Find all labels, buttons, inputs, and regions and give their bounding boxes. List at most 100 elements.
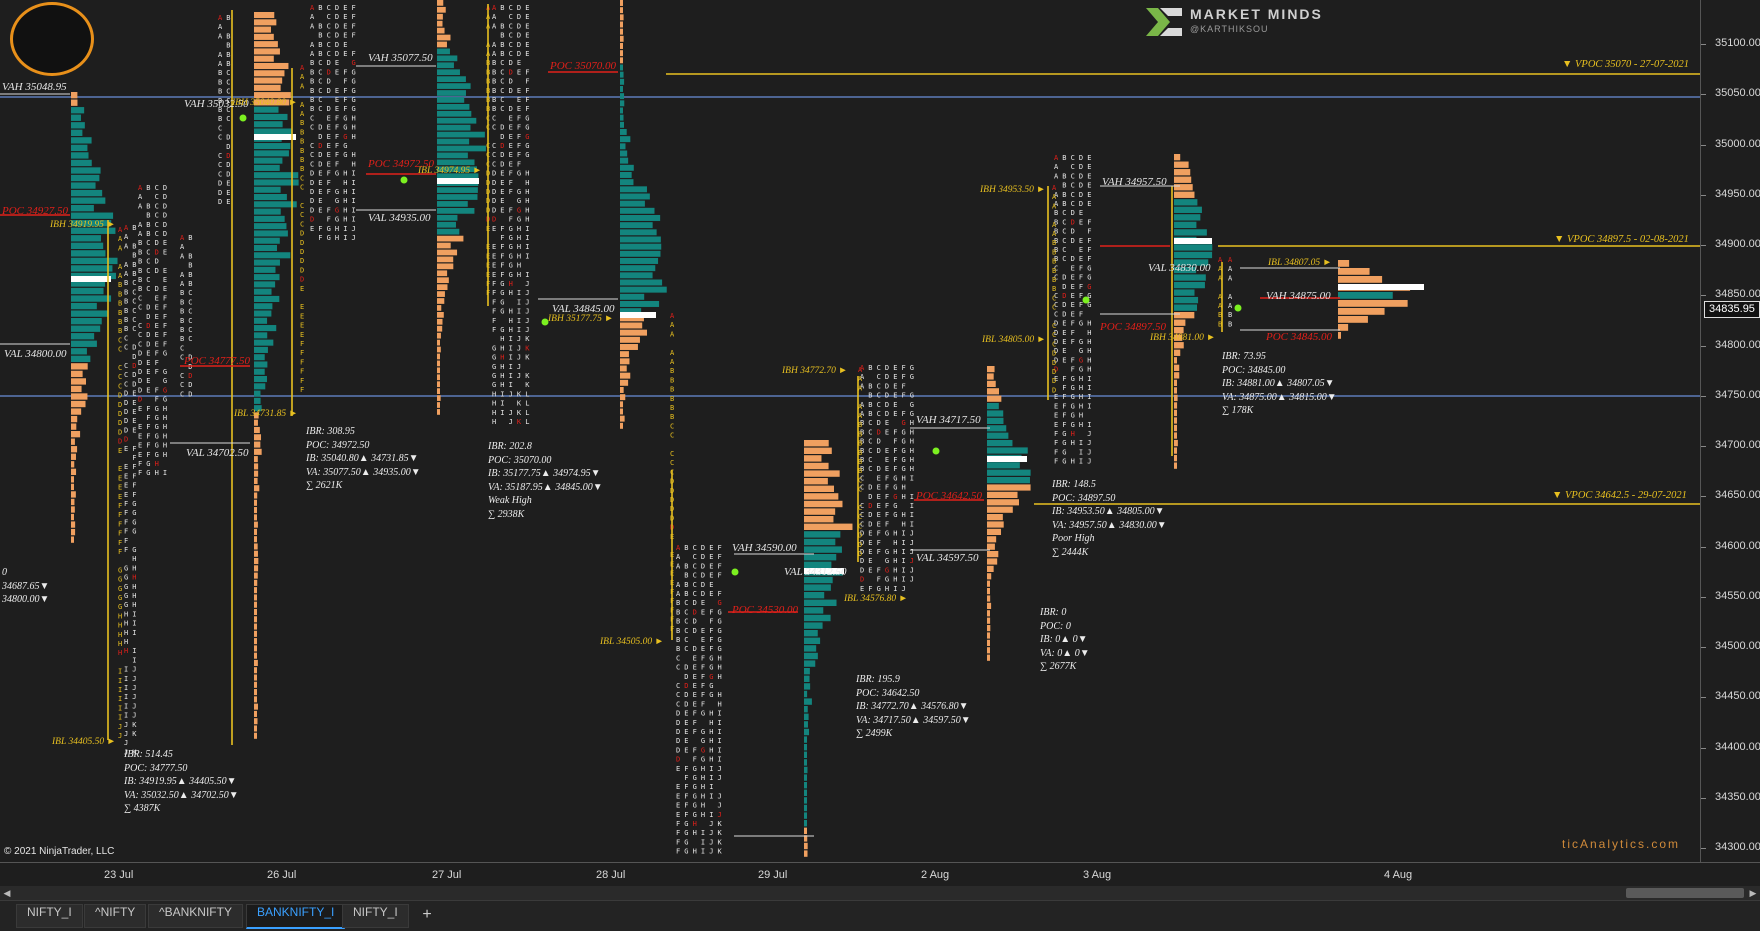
tpo-letter: D: [163, 184, 167, 192]
tpo-letter: D: [1052, 350, 1056, 358]
tpo-letter: I: [718, 719, 722, 727]
tpo-letter: F: [885, 474, 889, 482]
tpo-letter: F: [500, 252, 504, 260]
volume-profile-23jul: [71, 250, 106, 257]
level-annotation: IBH 34919.95 ►: [50, 220, 116, 230]
tpo-letter: A: [670, 312, 675, 320]
time-tick-label: 26 Jul: [267, 869, 297, 881]
tpo-letter: D: [1052, 386, 1056, 394]
tpo-letter: F: [684, 774, 688, 782]
tpo-letter: K: [718, 820, 723, 828]
volume-profile-28jul-a: [620, 229, 657, 236]
session-stat-line: VA: 35187.95▲ 34845.00▼: [488, 481, 603, 493]
volume-profile-28jul-a: [620, 43, 623, 49]
volume-profile-28jul-b: [804, 789, 807, 796]
tpo-letter: A: [310, 13, 315, 21]
market-profile-chart[interactable]: A BAA BBA BA BB CB CB CB CB CB CCC DDC DC DC DD ED ED ED E…: [0, 0, 1700, 862]
volume-profile-2aug: [1174, 454, 1177, 462]
session-stat-line: POC: 34777.50: [124, 762, 188, 774]
tpo-letter: F: [1087, 246, 1091, 254]
volume-profile-28jul-b: [804, 690, 808, 698]
volume-profile-29jul: [987, 610, 990, 617]
volume-profile-27jul: [437, 62, 454, 69]
tpo-letter: F: [163, 304, 167, 312]
scroll-right-arrow-icon[interactable]: ▶: [1748, 886, 1758, 900]
tpo-letter: A: [180, 280, 185, 288]
tpo-letter: J: [517, 372, 521, 380]
level-annotation: VAH 34717.50: [916, 414, 981, 426]
tpo-letter: D: [1071, 228, 1075, 236]
tab-nifty-i-2[interactable]: NIFTY_I: [342, 904, 409, 928]
volume-profile-29jul: [987, 499, 1019, 506]
volume-profile-23jul: [71, 92, 78, 99]
volume-profile-29jul: [987, 543, 995, 550]
tpo-letter: C: [124, 362, 128, 370]
volume-profile-27jul: [437, 187, 478, 193]
tpo-letter: G: [492, 344, 496, 352]
volume-profile-28jul-a: [620, 358, 630, 365]
volume-profile-28jul-a: [620, 21, 623, 28]
tpo-letter: H: [893, 530, 897, 538]
volume-profile-27jul: [437, 6, 446, 13]
tpo-letter: I: [525, 243, 529, 251]
volume-profile-26jul: [254, 616, 257, 623]
tpo-letter: F: [500, 271, 504, 279]
tab-nifty[interactable]: ^NIFTY: [84, 904, 147, 928]
tpo-letter: E: [868, 539, 872, 547]
chart-canvas[interactable]: ABAABBABABBCBCBCBCBCBCCCDDCDCDCDDEDEDEDE…: [0, 0, 1700, 862]
volume-profile-28jul-a: [620, 0, 623, 6]
tpo-letter: B: [188, 234, 192, 242]
add-tab-icon[interactable]: +: [417, 904, 437, 926]
scroll-left-arrow-icon[interactable]: ◀: [2, 886, 12, 900]
tpo-letter: C: [676, 691, 680, 699]
tab-banknifty-i[interactable]: BANKNIFTY_I: [246, 904, 346, 929]
tpo-letter: B: [218, 69, 222, 77]
scroll-thumb[interactable]: [1626, 888, 1744, 898]
tpo-letter: B: [118, 290, 122, 298]
tab-nifty-i[interactable]: NIFTY_I: [16, 904, 83, 928]
tpo-letter: A: [1054, 163, 1059, 171]
price-tick-label: 35100.00: [1715, 37, 1760, 49]
volume-profile-27jul: [437, 360, 440, 367]
tpo-letter: J: [910, 548, 914, 556]
instrument-tab-bar: NIFTY_I ^NIFTY ^BANKNIFTY BANKNIFTY_I NI…: [0, 900, 1760, 931]
volume-profile-26jul: [254, 572, 258, 579]
tpo-letter: J: [910, 557, 914, 565]
price-axis[interactable]: 35100.00 35050.00 35000.00 34950.00 34900.00…: [1700, 0, 1760, 862]
tpo-letter: L: [525, 400, 529, 408]
volume-profile-26jul: [254, 274, 280, 281]
tpo-letter: J: [902, 585, 906, 593]
tpo-letter: E: [1087, 191, 1091, 199]
tpo-letter: C: [1052, 331, 1056, 339]
tpo-letter: F: [676, 829, 680, 837]
tpo-letter: I: [118, 695, 122, 703]
tpo-letter: G: [902, 438, 906, 446]
volume-profile-26jul: [254, 608, 257, 616]
volume-profile-28jul-a: [620, 422, 623, 429]
tpo-letter: K: [525, 335, 530, 343]
tpo-letter: I: [124, 693, 128, 701]
volume-profile-28jul-a: [620, 301, 660, 307]
tpo-letter: F: [718, 562, 722, 570]
tpo-letter: G: [718, 627, 722, 635]
volume-profile-28jul-a: [620, 387, 624, 393]
tpo-letter: F: [693, 728, 697, 736]
tpo-letter: D: [155, 248, 159, 256]
volume-profile-2aug: [1174, 349, 1181, 356]
volume-profile-23jul: [71, 333, 95, 340]
tab-banknifty[interactable]: ^BANKNIFTY: [148, 904, 243, 928]
tpo-letter: E: [226, 189, 230, 197]
volume-profile-29jul: [987, 469, 1031, 476]
volume-profile-23jul: [71, 513, 74, 521]
tpo-letter: D: [188, 390, 192, 398]
horizontal-scrollbar[interactable]: ◀ ▶: [0, 886, 1760, 900]
tpo-column: A BAA BBA BA BB CB CB CB CB CB CCC DDC DC DC D: [180, 234, 193, 398]
tpo-letter: G: [1087, 283, 1091, 291]
session-stat-line: VA: 34957.50▲ 34830.00▼: [1052, 519, 1167, 531]
tpo-letter: I: [902, 539, 906, 547]
time-axis[interactable]: 23 Jul 26 Jul 27 Jul 28 Jul 29 Jul 2 Aug 3 Aug…: [0, 862, 1760, 887]
tpo-letter: E: [877, 520, 881, 528]
volume-profile-26jul: [254, 419, 258, 426]
tpo-letter: D: [693, 608, 697, 616]
tpo-letter: F: [124, 509, 128, 517]
